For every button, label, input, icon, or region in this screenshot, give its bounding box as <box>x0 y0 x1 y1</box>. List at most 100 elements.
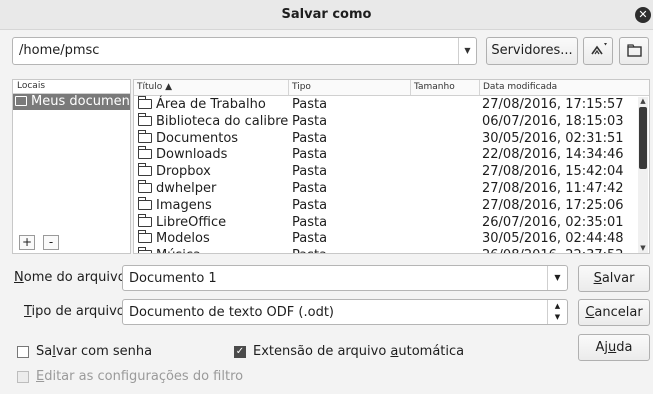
cell-modified: 30/05/2016, 02:44:48 <box>482 231 624 247</box>
folder-icon <box>138 146 152 160</box>
password-label-end: var com senha <box>55 344 153 359</box>
save-with-password-label[interactable]: Salvar com senha <box>36 344 152 359</box>
column-header-title[interactable]: Título ▲ <box>134 80 289 95</box>
folder-icon <box>138 230 152 244</box>
save-button[interactable]: Salvar <box>578 265 650 292</box>
help-button[interactable]: Ajuda <box>578 334 650 361</box>
table-row[interactable]: Dropbox Pasta 27/08/2016, 15:42:04 <box>134 163 637 181</box>
cell-type: Pasta <box>292 147 328 163</box>
filetype-select[interactable]: Documento de texto ODF (.odt) ▲ ▼ <box>122 299 568 325</box>
filetype-label-mnemonic: T <box>24 304 32 319</box>
cell-type: Pasta <box>292 113 328 129</box>
remove-place-label: - <box>48 235 54 249</box>
file-name: dwhelper <box>156 181 217 196</box>
table-row[interactable]: Biblioteca do calibre Pasta 06/07/2016, 18… <box>134 112 637 131</box>
scroll-down-icon[interactable]: ▼ <box>638 244 648 253</box>
filter-label-mnemonic: E <box>36 369 45 384</box>
remove-place-button[interactable]: - <box>43 235 59 250</box>
save-with-password-checkbox[interactable] <box>17 346 29 358</box>
filetype-value: Documento de texto ODF (.odt) <box>129 305 334 320</box>
chevron-down-icon[interactable]: ▼ <box>458 38 476 64</box>
file-list-scrollbar[interactable]: ▲ ▼ <box>638 97 648 253</box>
cell-type: Pasta <box>292 214 328 230</box>
cell-modified: 27/08/2016, 17:25:06 <box>482 197 624 213</box>
table-row[interactable]: Modelos Pasta 30/05/2016, 02:44:48 <box>134 230 637 248</box>
filename-label-text: ome do arquivo: <box>23 270 131 285</box>
folder-icon <box>138 163 152 177</box>
new-folder-icon <box>627 44 642 57</box>
close-icon[interactable]: ✕ <box>635 7 651 23</box>
cell-type: Pasta <box>292 197 328 213</box>
folder-icon <box>138 112 152 126</box>
place-item-label: Meus documentos <box>31 94 130 109</box>
table-row[interactable]: Área de Trabalho Pasta 27/08/2016, 17:15:5… <box>134 96 637 114</box>
save-button-mnemonic: S <box>593 271 602 286</box>
add-place-label: + <box>21 235 33 249</box>
cell-type: Pasta <box>292 97 328 112</box>
help-button-label-start: Aj <box>595 340 609 355</box>
title-bar: Salvar como ✕ <box>0 0 653 30</box>
path-input[interactable]: /home/pmsc <box>19 43 99 58</box>
up-folder-button[interactable] <box>583 37 613 65</box>
save-button-label: alvar <box>601 271 635 286</box>
cell-modified: 06/07/2016, 18:15:03 <box>482 113 624 129</box>
table-row[interactable]: Documentos Pasta 30/05/2016, 02:31:51 <box>134 129 637 148</box>
table-row[interactable]: Música Pasta 26/08/2016, 22:37:52 <box>134 247 637 253</box>
filename-label-mnemonic: N <box>14 270 24 285</box>
column-header-size[interactable]: Tamanho <box>411 80 480 95</box>
table-row[interactable]: Imagens Pasta 27/08/2016, 17:25:06 <box>134 196 637 215</box>
auto-extension-checkbox[interactable]: ✓ <box>234 346 246 358</box>
cell-name: Área de Trabalho <box>138 96 266 113</box>
folder-icon <box>138 247 152 253</box>
cell-name: Downloads <box>138 146 228 163</box>
scrollbar-thumb[interactable] <box>639 107 647 169</box>
cell-name: Dropbox <box>138 163 211 180</box>
table-row[interactable]: dwhelper Pasta 27/08/2016, 11:47:42 <box>134 180 637 198</box>
path-combobox[interactable]: /home/pmsc ▼ <box>12 37 477 65</box>
servers-button[interactable]: Servidores... <box>486 37 578 65</box>
edit-filter-settings-checkbox <box>17 371 29 383</box>
filename-field[interactable]: Documento 1 ▼ <box>122 265 568 291</box>
auto-extension-label[interactable]: Extensão de arquivo automática <box>253 344 464 359</box>
folder-icon <box>138 213 152 227</box>
home-icon <box>15 96 27 106</box>
file-name: Downloads <box>156 147 228 163</box>
cell-type: Pasta <box>292 164 328 180</box>
scroll-up-icon[interactable]: ▲ <box>638 97 648 106</box>
cell-name: Música <box>138 247 201 253</box>
cancel-button-label: ancelar <box>594 305 643 320</box>
cell-name: Biblioteca do calibre <box>138 112 289 130</box>
password-label-start: Sa <box>36 344 53 359</box>
chevron-down-icon[interactable]: ▼ <box>547 266 567 290</box>
cancel-button[interactable]: Cancelar <box>578 299 650 326</box>
file-name: Imagens <box>156 197 212 213</box>
file-name: LibreOffice <box>156 214 227 230</box>
up-folder-icon <box>591 43 607 55</box>
auto-ext-label-end: utomática <box>398 344 465 359</box>
cell-modified: 27/08/2016, 11:47:42 <box>482 181 624 196</box>
filetype-label-text: ipo de arquivo: <box>31 304 130 319</box>
column-header-modified[interactable]: Data modificada <box>480 80 638 95</box>
file-name: Área de Trabalho <box>156 97 266 112</box>
table-row[interactable]: Downloads Pasta 22/08/2016, 14:34:46 <box>134 146 637 164</box>
cell-type: Pasta <box>292 181 328 196</box>
add-place-button[interactable]: + <box>19 235 35 250</box>
file-name: Modelos <box>156 231 210 247</box>
save-as-dialog: Salvar como ✕ /home/pmsc ▼ Servidores...… <box>0 0 653 394</box>
cell-modified: 30/05/2016, 02:31:51 <box>482 130 624 146</box>
cell-type: Pasta <box>292 231 328 247</box>
file-name: Biblioteca do calibre <box>156 113 289 129</box>
column-header-type[interactable]: Tipo <box>289 80 411 95</box>
file-name: Documentos <box>156 130 239 146</box>
file-list-header: Título ▲ Tipo Tamanho Data modificada <box>134 80 649 96</box>
updown-icon[interactable]: ▲ ▼ <box>547 300 567 324</box>
cell-type: Pasta <box>292 248 327 253</box>
file-name: Dropbox <box>156 164 211 180</box>
place-item-my-documents[interactable]: Meus documentos <box>13 94 130 110</box>
new-folder-button[interactable] <box>619 37 649 65</box>
cell-modified: 27/08/2016, 17:15:57 <box>482 97 624 112</box>
help-button-label-end: da <box>616 340 633 355</box>
table-row[interactable]: LibreOffice Pasta 26/07/2016, 02:35:01 <box>134 213 637 232</box>
filename-input[interactable]: Documento 1 <box>129 271 217 286</box>
filetype-label: Tipo de arquivo: <box>24 304 129 319</box>
